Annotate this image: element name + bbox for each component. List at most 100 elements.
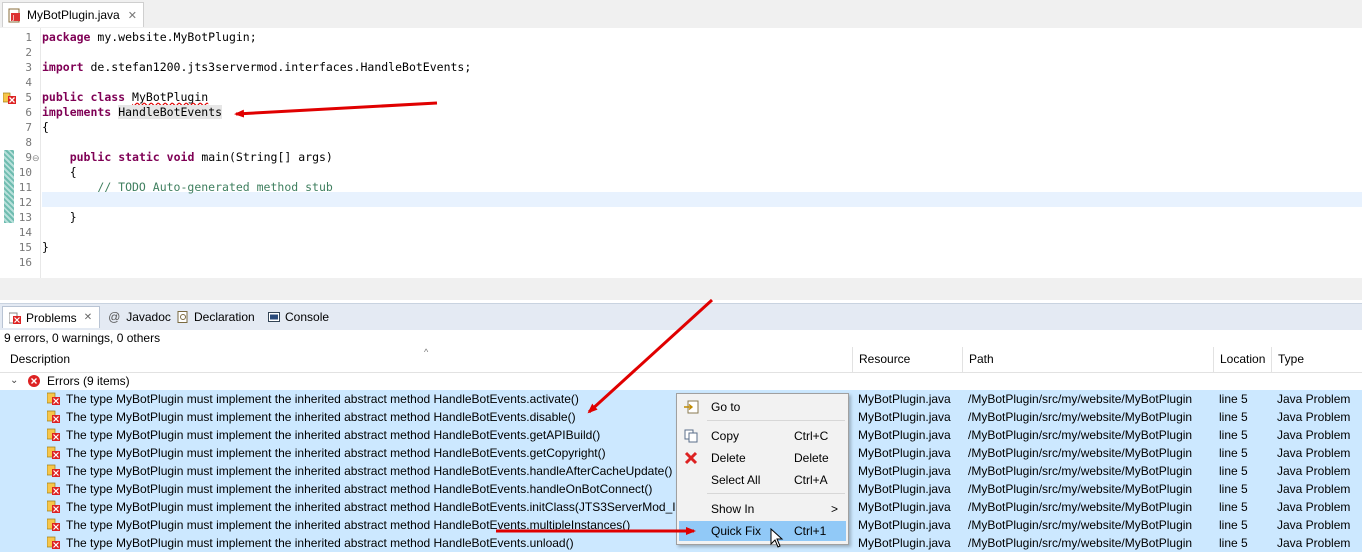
line-number: 4 xyxy=(25,76,32,89)
editor-tab-mybotplugin[interactable]: J MyBotPlugin.java ✕ xyxy=(2,2,144,27)
error-marker-icon xyxy=(47,482,60,495)
line-number: 6 xyxy=(25,106,32,119)
menu-item-label: Delete xyxy=(711,451,746,465)
line-number: 9 xyxy=(25,151,32,164)
problem-location: line 5 xyxy=(1219,500,1248,514)
problem-resource: MyBotPlugin.java xyxy=(858,518,951,532)
sort-ascending-icon: ^ xyxy=(424,347,429,357)
column-header-type[interactable]: Type xyxy=(1271,347,1362,372)
views-tab-bar: Problems ✕ @ Javadoc Declaration Console xyxy=(0,303,1362,330)
tab-javadoc-label: Javadoc xyxy=(126,310,171,324)
fold-collapse-icon[interactable]: ⊖ xyxy=(32,153,40,164)
tab-declaration[interactable]: Declaration xyxy=(177,306,255,328)
tab-javadoc[interactable]: @ Javadoc xyxy=(108,306,171,328)
error-marker-icon xyxy=(47,518,60,531)
code-line-15: } xyxy=(42,240,49,254)
problem-location: line 5 xyxy=(1219,428,1248,442)
problem-resource: MyBotPlugin.java xyxy=(858,428,951,442)
code-line-11: // TODO Auto-generated method stub xyxy=(97,180,333,194)
line-number: 1 xyxy=(25,31,32,44)
errors-group-label: Errors (9 items) xyxy=(47,374,130,388)
javadoc-icon: @ xyxy=(108,310,121,324)
error-icon xyxy=(28,375,40,387)
menu-item-label: Select All xyxy=(711,473,761,487)
problem-resource: MyBotPlugin.java xyxy=(858,464,951,478)
mouse-cursor-icon xyxy=(770,528,784,548)
menu-shortcut: Ctrl+1 xyxy=(794,524,827,538)
code-line-10: { xyxy=(69,165,77,179)
menu-item-label: Show In xyxy=(711,502,755,516)
menu-separator xyxy=(707,420,845,421)
line-number: 16 xyxy=(18,256,32,269)
menu-shortcut: Ctrl+A xyxy=(794,473,828,487)
context-menu: Go to Copy Ctrl+C Delete Delete Select A… xyxy=(676,393,849,545)
problem-type: Java Problem xyxy=(1277,410,1351,424)
problem-resource: MyBotPlugin.java xyxy=(858,446,951,460)
column-header-location[interactable]: Location xyxy=(1213,347,1271,372)
problem-path: /MyBotPlugin/src/my/website/MyBotPlugin xyxy=(968,536,1193,550)
line-number: 12 xyxy=(18,196,32,209)
copy-icon xyxy=(684,429,698,443)
editor-horizontal-scrollbar[interactable] xyxy=(0,278,1362,300)
menu-item-select-all[interactable]: Select All Ctrl+A xyxy=(679,470,846,490)
menu-item-quick-fix[interactable]: Quick Fix Ctrl+1 xyxy=(679,521,846,541)
chevron-down-icon[interactable]: ⌄ xyxy=(10,372,18,390)
problem-resource: MyBotPlugin.java xyxy=(858,482,951,496)
problem-path: /MyBotPlugin/src/my/website/MyBotPlugin xyxy=(968,410,1193,424)
error-marker-icon xyxy=(47,446,60,459)
problem-path: /MyBotPlugin/src/my/website/MyBotPlugin xyxy=(968,446,1193,460)
code-editor[interactable]: ⊖ 1 2 3 4 5 6 7 8 9 10 11 12 13 14 15 16 package my.web… xyxy=(0,28,1362,278)
problem-type: Java Problem xyxy=(1277,464,1351,478)
error-marker-icon xyxy=(47,464,60,477)
menu-item-show-in[interactable]: Show In > xyxy=(679,499,846,519)
line-number: 14 xyxy=(18,226,32,239)
line-number: 8 xyxy=(25,136,32,149)
problem-path: /MyBotPlugin/src/my/website/MyBotPlugin xyxy=(968,482,1193,496)
problem-resource: MyBotPlugin.java xyxy=(858,536,951,550)
svg-text:J: J xyxy=(12,14,15,21)
line-number: 15 xyxy=(18,241,32,254)
editor-tab-bar: J MyBotPlugin.java ✕ xyxy=(0,0,1362,29)
line-number: 10 xyxy=(18,166,32,179)
problem-location: line 5 xyxy=(1219,482,1248,496)
problem-type: Java Problem xyxy=(1277,518,1351,532)
problem-type: Java Problem xyxy=(1277,392,1351,406)
column-header-path[interactable]: Path xyxy=(962,347,1213,372)
problem-resource: MyBotPlugin.java xyxy=(858,410,951,424)
menu-shortcut: Delete xyxy=(794,451,829,465)
line-number: 13 xyxy=(18,211,32,224)
problem-location: line 5 xyxy=(1219,518,1248,532)
problems-table-header: Description Resource Path Location Type xyxy=(0,347,1362,373)
problem-type: Java Problem xyxy=(1277,428,1351,442)
menu-item-copy[interactable]: Copy Ctrl+C xyxy=(679,426,846,446)
column-header-resource[interactable]: Resource xyxy=(852,347,962,372)
problem-path: /MyBotPlugin/src/my/website/MyBotPlugin xyxy=(968,464,1193,478)
close-icon[interactable]: ✕ xyxy=(128,9,137,22)
problem-location: line 5 xyxy=(1219,446,1248,460)
problem-path: /MyBotPlugin/src/my/website/MyBotPlugin xyxy=(968,518,1193,532)
chevron-right-icon: > xyxy=(831,502,839,516)
error-marker-icon xyxy=(47,392,60,405)
errors-group-row[interactable]: ⌄ Errors (9 items) xyxy=(0,372,1362,390)
line-number: 11 xyxy=(18,181,32,194)
menu-separator xyxy=(707,493,845,494)
line-number: 5 xyxy=(25,91,32,104)
problem-location: line 5 xyxy=(1219,392,1248,406)
error-marker-icon xyxy=(47,428,60,441)
tab-problems-label: Problems xyxy=(26,310,77,325)
tab-problems[interactable]: Problems ✕ xyxy=(2,306,100,328)
code-line-5: public class MyBotPlugin xyxy=(42,90,209,104)
problem-type: Java Problem xyxy=(1277,536,1351,550)
menu-item-label: Copy xyxy=(711,429,740,443)
menu-item-go-to[interactable]: Go to xyxy=(679,397,846,417)
tab-console-label: Console xyxy=(285,310,330,324)
console-icon xyxy=(268,312,280,322)
tab-declaration-label: Declaration xyxy=(194,310,255,324)
menu-item-delete[interactable]: Delete Delete xyxy=(679,448,846,468)
code-line-6: implements HandleBotEvents xyxy=(42,105,223,119)
delete-icon xyxy=(684,451,698,465)
problem-location: line 5 xyxy=(1219,410,1248,424)
tab-console[interactable]: Console xyxy=(268,306,329,328)
close-icon[interactable]: ✕ xyxy=(84,312,92,323)
editor-tab-label: MyBotPlugin.java xyxy=(27,8,120,22)
